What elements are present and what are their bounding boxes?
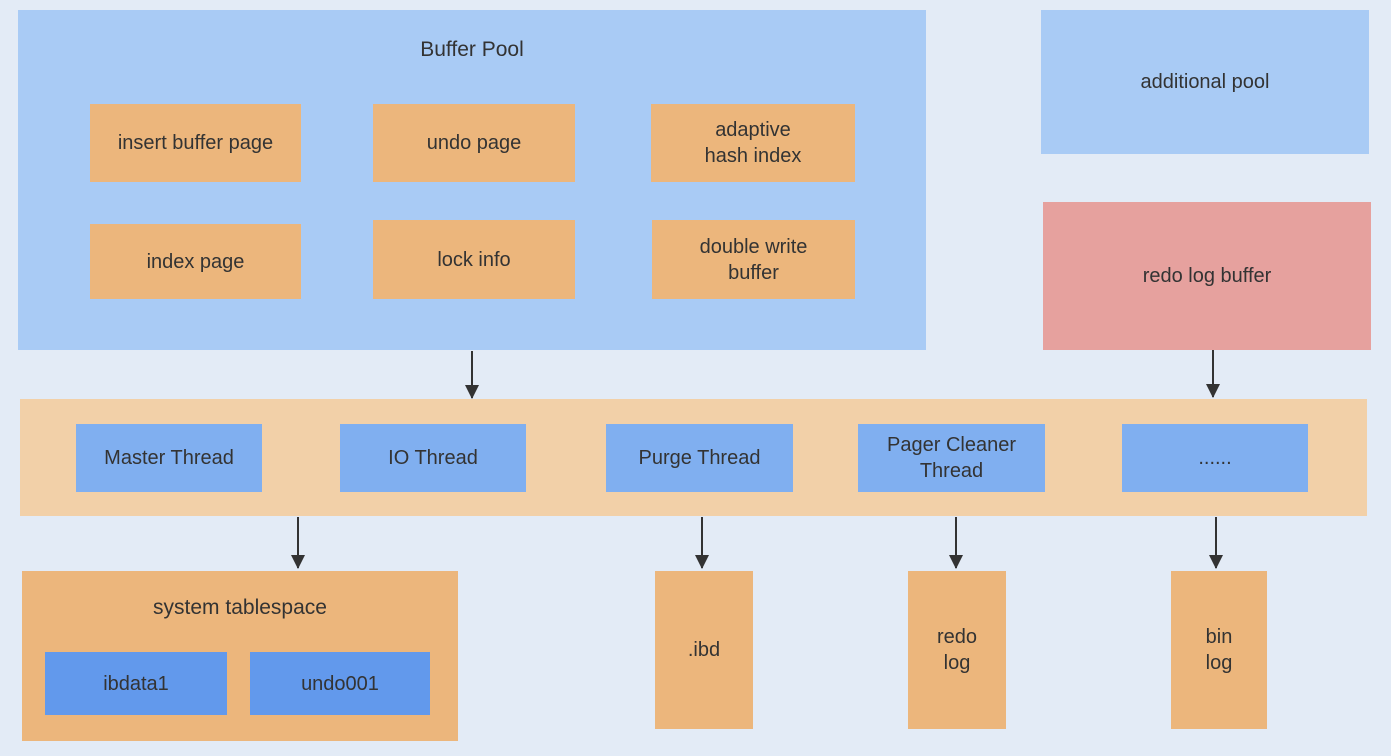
arrow-to-redo-log (949, 517, 963, 569)
index-page: index page (90, 224, 301, 299)
bin-log-file: bin log (1171, 571, 1267, 729)
io-thread: IO Thread (340, 424, 526, 492)
adaptive-hash-index: adaptive hash index (651, 104, 855, 182)
arrow-to-ibd (695, 517, 709, 569)
system-tablespace-title: system tablespace (153, 596, 327, 619)
arrow-to-system-tablespace (291, 517, 305, 569)
arrow-redo-buffer-to-threads (1206, 350, 1220, 398)
insert-buffer-page: insert buffer page (90, 104, 301, 182)
ibd-file: .ibd (655, 571, 753, 729)
arrow-to-bin-log (1209, 517, 1223, 569)
redo-log-buffer: redo log buffer (1043, 202, 1371, 350)
arrow-buffer-pool-to-threads (465, 351, 479, 399)
pager-cleaner-thread: Pager Cleaner Thread (858, 424, 1045, 492)
master-thread: Master Thread (76, 424, 262, 492)
double-write-buffer: double write buffer (652, 220, 855, 299)
additional-pool: additional pool (1041, 10, 1369, 154)
redo-log-file: redo log (908, 571, 1006, 729)
lock-info: lock info (373, 220, 575, 299)
undo-page: undo page (373, 104, 575, 182)
buffer-pool-title: Buffer Pool (420, 38, 524, 61)
undo001-file: undo001 (250, 652, 430, 715)
ibdata1-file: ibdata1 (45, 652, 227, 715)
purge-thread: Purge Thread (606, 424, 793, 492)
more-threads: ...... (1122, 424, 1308, 492)
